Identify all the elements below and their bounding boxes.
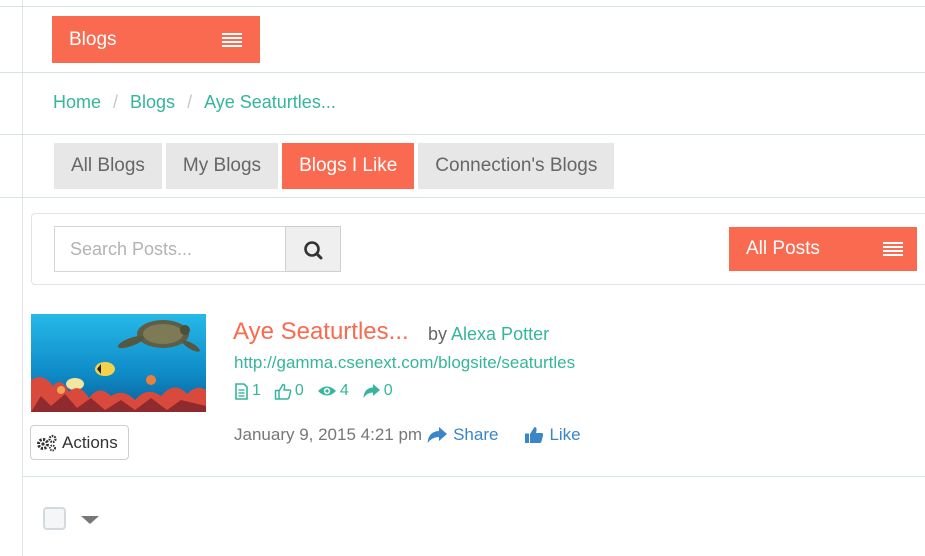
all-posts-dropdown[interactable]: All Posts [729,227,917,271]
posts-count-value: 1 [252,382,261,399]
document-icon [235,382,248,400]
breadcrumb-separator: / [187,92,193,112]
actions-button[interactable]: Actions [30,425,129,460]
post-divider [22,476,925,477]
post-title[interactable]: Aye Seaturtles... [233,318,409,346]
breadcrumb-blogs[interactable]: Blogs [130,92,175,113]
list-menu-icon [883,242,903,256]
blog-tabs: All Blogs My Blogs Blogs I Like Connecti… [54,143,618,189]
search-input[interactable] [54,226,286,272]
actions-label: Actions [62,432,118,452]
post-meta: January 9, 2015 4:21 pm Share Like [234,425,581,445]
blogs-button-label: Blogs [69,28,117,50]
by-label: by [428,324,448,344]
left-border [22,0,23,556]
tab-all-blogs[interactable]: All Blogs [54,143,162,189]
share-label: Share [453,425,499,444]
thumbs-up-outline-icon [274,383,292,400]
tab-connections-blogs[interactable]: Connection's Blogs [418,143,615,189]
share-icon [427,427,448,443]
views-count-value: 4 [339,382,349,399]
thumbs-up-icon [525,427,544,443]
post-byline: by Alexa Potter [428,324,549,345]
gears-icon [37,434,57,451]
breadcrumb-divider [0,134,925,135]
likes-count-value: 0 [294,382,304,399]
share-arrow-icon [363,384,380,398]
blogs-menu-button[interactable]: Blogs [52,16,260,63]
search-button[interactable] [285,226,341,272]
top-divider [0,6,925,7]
caret-down-icon[interactable] [81,516,99,524]
like-button[interactable]: Like [524,425,581,445]
breadcrumb-separator: / [113,92,119,112]
hamburger-menu-icon [222,33,242,47]
post-stats: 1 0 4 0 [234,382,406,400]
sea-turtle-coral-reef-image [31,314,206,412]
shares-count: 0 [362,382,393,400]
tabs-divider [0,197,925,198]
post-thumbnail[interactable] [31,314,206,412]
breadcrumb-current[interactable]: Aye Seaturtles... [204,92,336,113]
likes-count: 0 [274,382,304,400]
views-count: 4 [317,382,349,400]
select-all-checkbox[interactable] [43,507,66,530]
all-posts-label: All Posts [746,238,820,259]
breadcrumb: Home / Blogs / Aye Seaturtles... [53,92,336,113]
breadcrumb-home[interactable]: Home [53,92,101,113]
header-divider [0,72,925,73]
post-date: January 9, 2015 4:21 pm [234,425,423,444]
share-button[interactable]: Share [426,425,498,445]
posts-count: 1 [234,382,261,400]
magnifier-icon [304,241,323,260]
eye-icon [317,386,336,396]
author-link[interactable]: Alexa Potter [451,324,549,344]
tab-my-blogs[interactable]: My Blogs [165,143,279,189]
post-url-link[interactable]: http://gamma.csenext.com/blogsite/seatur… [234,353,575,373]
shares-count-value: 0 [383,382,393,399]
like-label: Like [549,425,581,444]
tab-blogs-i-like[interactable]: Blogs I Like [282,143,415,189]
